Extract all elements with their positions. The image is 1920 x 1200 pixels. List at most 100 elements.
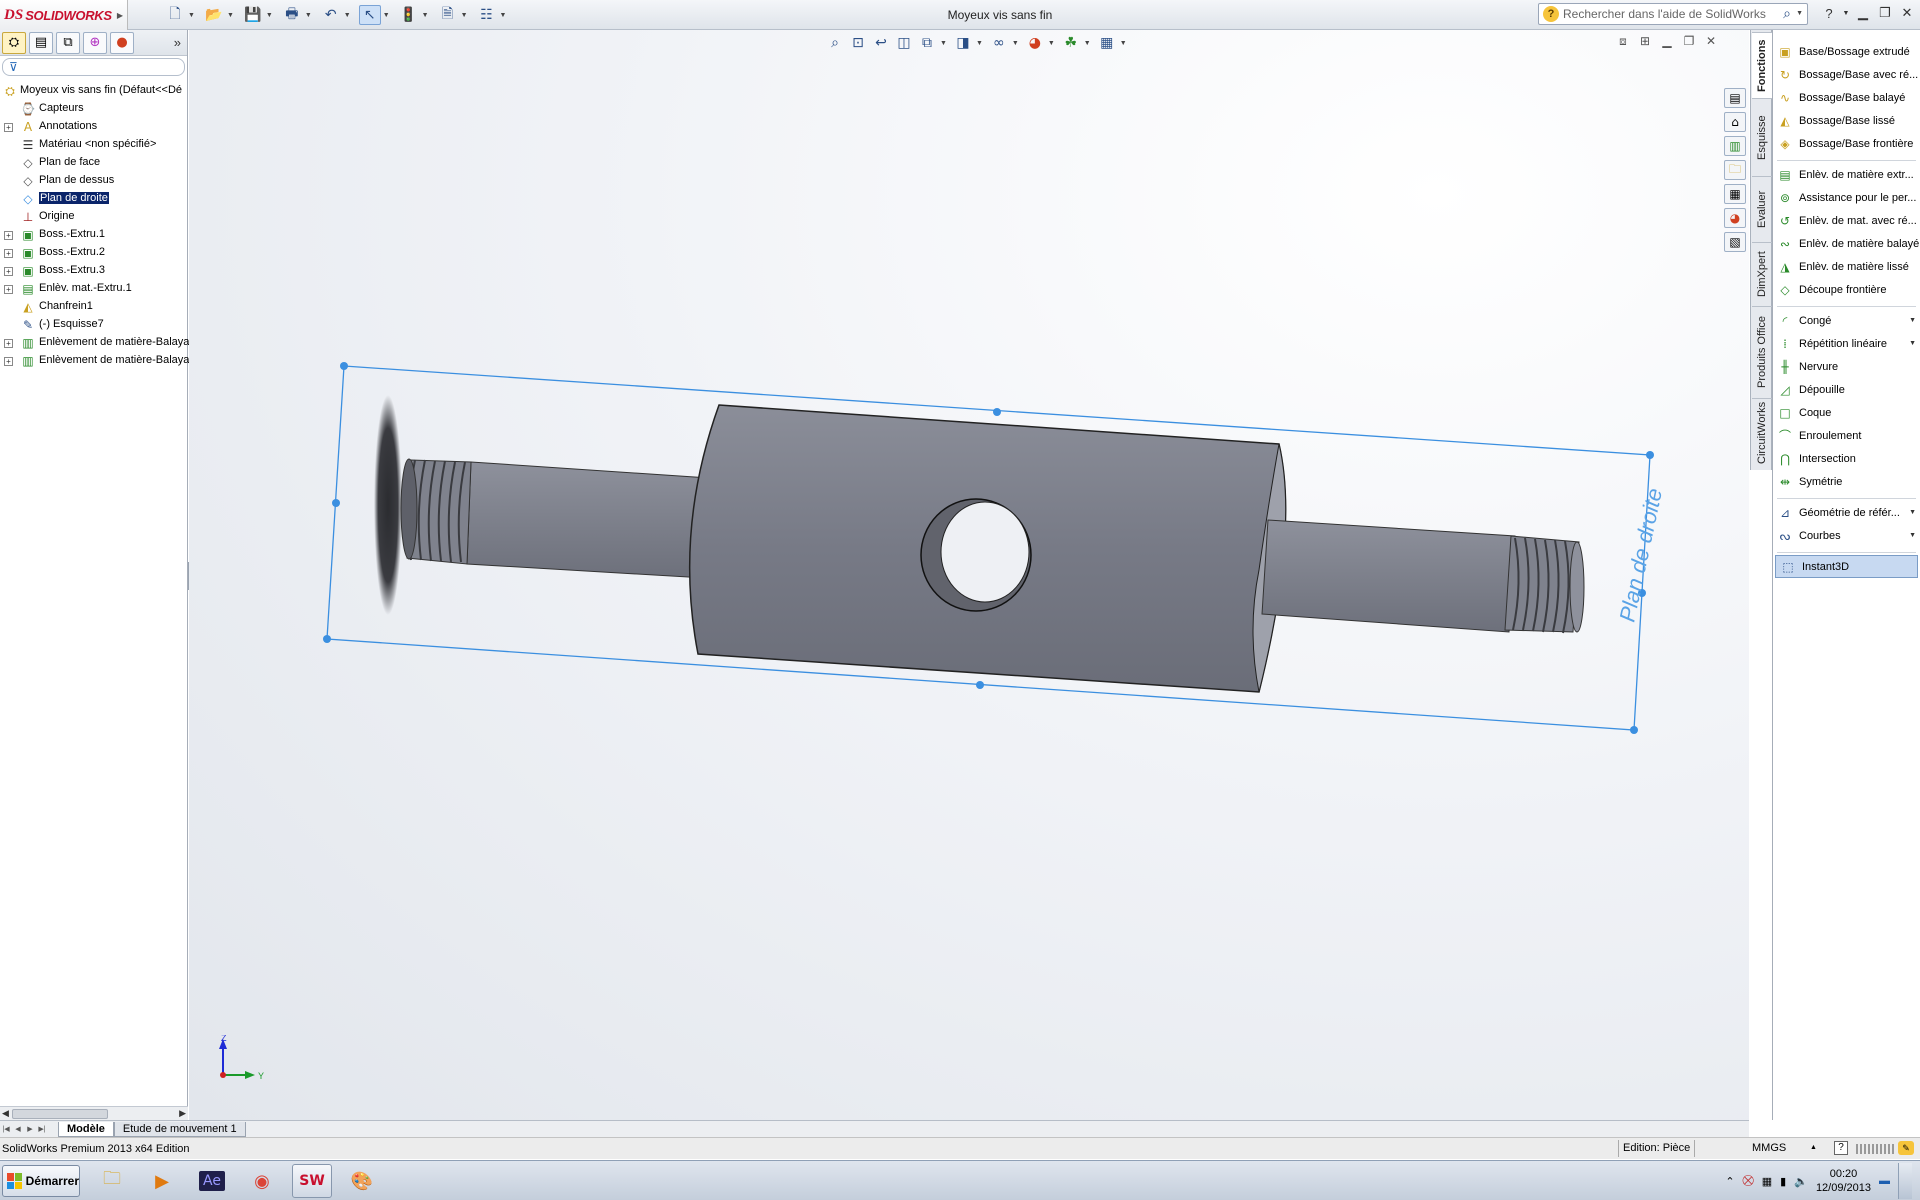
command-instant3d[interactable]: ⬚ Instant3D (1775, 555, 1918, 578)
next-tab-icon[interactable]: ▶ (24, 1123, 36, 1136)
expand-icon[interactable]: + (4, 249, 13, 258)
solidworks-taskbar-taskbar-button[interactable]: SW (292, 1164, 332, 1198)
command-boundary-boss[interactable]: ◈ Bossage/Base frontière (1773, 132, 1920, 155)
tree-root-part[interactable]: ⛭ Moyeux vis sans fin (Défaut<<Dé (0, 82, 187, 100)
command-mirror[interactable]: ⇹ Symétrie (1773, 470, 1920, 493)
tab-evaluer[interactable]: Evaluer (1752, 176, 1772, 242)
select-dropdown-icon[interactable]: ▼ (383, 12, 390, 19)
command-wrap[interactable]: ⌒ Enroulement (1773, 424, 1920, 447)
part-model-view[interactable]: Plan de droite (189, 30, 1749, 1120)
tree-item[interactable]: ⌚ Capteurs (0, 100, 187, 118)
tab-circuitworks[interactable]: CircuitWorks (1752, 398, 1772, 466)
tree-item[interactable]: + ▣ Boss.-Extru.1 (0, 226, 187, 244)
tree-item[interactable]: + ▥ Enlèvement de matière-Balaya (0, 352, 189, 370)
command-dropdown-icon[interactable]: ▼ (1909, 317, 1916, 324)
command-revolved-cut[interactable]: ↺ Enlèv. de mat. avec ré... (1773, 209, 1920, 232)
search-icon[interactable]: ⌕ (1783, 5, 1791, 22)
rebuild-dropdown-icon[interactable]: ▼ (422, 12, 429, 19)
scroll-thumb[interactable] (12, 1109, 108, 1119)
command-boundary-cut[interactable]: ◇ Découpe frontière (1773, 278, 1920, 301)
command-extruded-boss[interactable]: ▣ Base/Bossage extrudé (1773, 40, 1920, 63)
command-intersect[interactable]: ⋂ Intersection (1773, 447, 1920, 470)
tab-produits-office[interactable]: Produits Office (1752, 306, 1772, 398)
tab-fonctions[interactable]: Fonctions (1752, 32, 1772, 98)
command-extruded-cut[interactable]: ▤ Enlèv. de matière extr... (1773, 163, 1920, 186)
appearances-icon[interactable]: ◕ (1724, 208, 1746, 228)
command-hole-wizard[interactable]: ⊚ Assistance pour le per... (1773, 186, 1920, 209)
configuration-manager-tab-icon[interactable]: ⧉ (56, 31, 80, 54)
help-search-input[interactable]: Rechercher dans l'aide de SolidWorks (1563, 7, 1766, 21)
new-document-button[interactable]: 🗋 (164, 5, 186, 25)
clock[interactable]: 00:20 12/09/2013 (1816, 1167, 1871, 1195)
design-library-icon[interactable]: ▥ (1724, 136, 1746, 156)
expand-icon[interactable]: + (4, 339, 13, 348)
expand-icon[interactable]: + (4, 357, 13, 366)
rebuild-button[interactable]: 🚦 (398, 5, 420, 25)
status-units[interactable]: MMGS (1752, 1142, 1786, 1154)
help-search-box[interactable]: ? Rechercher dans l'aide de SolidWorks ⌕… (1538, 3, 1808, 25)
command-shell[interactable]: □ Coque (1773, 401, 1920, 424)
options-button[interactable]: ☷ (476, 5, 498, 25)
command-dropdown-icon[interactable]: ▼ (1909, 340, 1916, 347)
command-swept-boss[interactable]: ∿ Bossage/Base balayé (1773, 86, 1920, 109)
status-help-icon[interactable]: ? (1834, 1141, 1848, 1155)
scroll-left-icon[interactable]: ◀ (2, 1108, 9, 1119)
graphics-area[interactable]: ⌕ ⊡ ↩ ◫ ⧉ ▼ ◨ ▼ ∞ ▼ ◕ ▼ ☘ ▼ ▦ ▼ ⧈ ⊞ ▁ ❐ ✕ (189, 30, 1749, 1120)
command-lofted-boss[interactable]: ◭ Bossage/Base lissé (1773, 109, 1920, 132)
tree-item[interactable]: + ▤ Enlèv. mat.-Extru.1 (0, 280, 187, 298)
tree-horizontal-scrollbar[interactable]: ◀ ▶ (0, 1106, 188, 1120)
command-reference-geometry[interactable]: ⊿ Géométrie de référ... ▼ (1773, 501, 1920, 524)
file-explorer-icon[interactable]: 🗀 (1724, 160, 1746, 180)
command-dropdown-icon[interactable]: ▼ (1909, 532, 1916, 539)
after-effects-taskbar-button[interactable]: Ae (192, 1164, 232, 1198)
command-curves[interactable]: ᔓ Courbes ▼ (1773, 524, 1920, 547)
expand-icon[interactable]: + (4, 123, 13, 132)
display-manager-tab-icon[interactable]: ● (110, 31, 134, 54)
tree-item[interactable]: ⊥ Origine (0, 208, 187, 226)
tab-model[interactable]: Modèle (58, 1121, 114, 1137)
view-palette-icon[interactable]: ▦ (1724, 184, 1746, 204)
scroll-right-icon[interactable]: ▶ (179, 1108, 186, 1119)
home-icon[interactable]: ⌂ (1724, 112, 1746, 132)
search-dropdown-icon[interactable]: ▼ (1796, 10, 1803, 17)
undo-dropdown-icon[interactable]: ▼ (344, 12, 351, 19)
save-button[interactable]: 💾 (242, 5, 264, 25)
expand-icon[interactable]: + (4, 267, 13, 276)
help-menu-icon[interactable]: ? (1820, 4, 1838, 22)
file-explorer-taskbar-button[interactable]: 🗀 (92, 1164, 132, 1198)
tree-item[interactable]: ◇ Plan de face (0, 154, 187, 172)
command-swept-cut[interactable]: ∾ Enlèv. de matière balayé (1773, 232, 1920, 255)
minimize-button[interactable]: ▁ (1854, 4, 1872, 22)
command-revolved-boss[interactable]: ↻ Bossage/Base avec ré... (1773, 63, 1920, 86)
tray-network-icon[interactable]: ▦ (1762, 1175, 1772, 1188)
tab-esquisse[interactable]: Esquisse (1752, 98, 1772, 176)
tree-item[interactable]: + ▣ Boss.-Extru.2 (0, 244, 187, 262)
close-button[interactable]: ✕ (1898, 4, 1916, 22)
tray-expand-icon[interactable]: ⌃ (1725, 1175, 1734, 1188)
dimxpert-tab-icon[interactable]: ⊕ (83, 31, 107, 54)
tree-item[interactable]: ☰ Matériau <non spécifié> (0, 136, 187, 154)
command-lofted-cut[interactable]: ◮ Enlèv. de matière lissé (1773, 255, 1920, 278)
command-draft[interactable]: ◿ Dépouille (1773, 378, 1920, 401)
tab-dimxpert[interactable]: DimXpert (1752, 242, 1772, 306)
media-player-taskbar-button[interactable]: ▶ (142, 1164, 182, 1198)
feature-filter[interactable]: ⊽ (2, 58, 185, 76)
first-tab-icon[interactable]: |◀ (0, 1123, 12, 1136)
command-fillet[interactable]: ◜ Congé ▼ (1773, 309, 1920, 332)
status-notification-icon[interactable]: ✎ (1898, 1141, 1914, 1155)
property-manager-tab-icon[interactable]: ▤ (29, 31, 53, 54)
tree-item[interactable]: ◇ Plan de dessus (0, 172, 187, 190)
tray-signal-icon[interactable]: ▮ (1780, 1175, 1786, 1188)
custom-properties-icon[interactable]: ▧ (1724, 232, 1746, 252)
new-document-dropdown-icon[interactable]: ▼ (188, 12, 195, 19)
open-dropdown-icon[interactable]: ▼ (227, 12, 234, 19)
command-dropdown-icon[interactable]: ▼ (1909, 509, 1916, 516)
command-linear-pattern[interactable]: ⁞ Répétition linéaire ▼ (1773, 332, 1920, 355)
tray-security-icon[interactable]: ⛒ (1743, 1175, 1754, 1188)
undo-button[interactable]: ↶ (320, 5, 342, 25)
open-button[interactable]: 📂 (203, 5, 225, 25)
chrome-taskbar-button[interactable]: ◉ (242, 1164, 282, 1198)
solidworks-resources-icon[interactable]: ▤ (1724, 88, 1746, 108)
options-dropdown-icon[interactable]: ▼ (500, 12, 507, 19)
print-dropdown-icon[interactable]: ▼ (305, 12, 312, 19)
